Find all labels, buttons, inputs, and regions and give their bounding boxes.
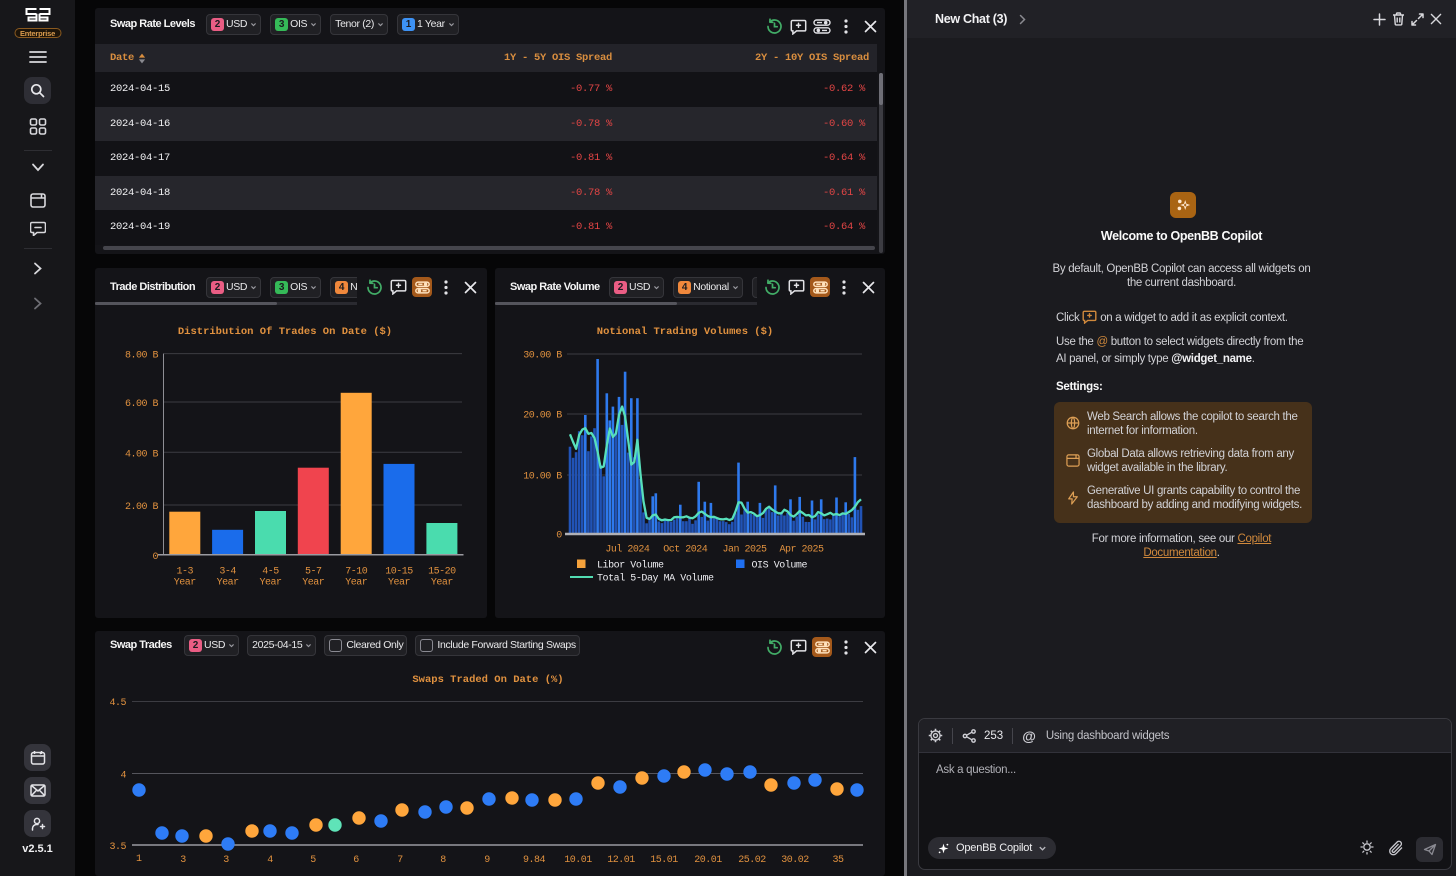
svg-text:Distribution Of Trades On Date: Distribution Of Trades On Date ($) <box>178 326 392 338</box>
svg-text:7-10: 7-10 <box>345 567 368 578</box>
svg-text:6: 6 <box>353 855 359 866</box>
svg-text:Jan 2025: Jan 2025 <box>722 545 767 556</box>
svg-text:15-20: 15-20 <box>428 567 456 578</box>
svg-text:5: 5 <box>310 855 316 866</box>
svg-text:3: 3 <box>180 855 186 866</box>
svg-text:6.00 B: 6.00 B <box>125 399 159 410</box>
svg-text:10.00 B: 10.00 B <box>523 472 562 483</box>
svg-text:35: 35 <box>832 855 844 866</box>
svg-text:8.00 B: 8.00 B <box>125 351 159 362</box>
svg-text:4-5: 4-5 <box>262 567 279 578</box>
svg-text:30.00 B: 30.00 B <box>523 351 562 362</box>
svg-text:Year: Year <box>174 577 197 588</box>
svg-text:9.84: 9.84 <box>523 855 546 866</box>
svg-text:7: 7 <box>397 855 403 866</box>
svg-text:OIS Volume: OIS Volume <box>752 560 808 572</box>
svg-text:4.5: 4.5 <box>109 698 126 709</box>
svg-text:0: 0 <box>152 552 158 563</box>
svg-text:3: 3 <box>223 855 229 866</box>
svg-text:Swaps Traded On Date (%): Swaps Traded On Date (%) <box>412 674 563 686</box>
svg-text:20.01: 20.01 <box>694 855 722 866</box>
svg-text:5-7: 5-7 <box>305 567 322 578</box>
svg-text:Total 5-Day MA Volume: Total 5-Day MA Volume <box>597 573 714 585</box>
svg-text:Year: Year <box>431 577 454 588</box>
svg-text:10-15: 10-15 <box>385 567 413 578</box>
svg-text:30.02: 30.02 <box>781 855 809 866</box>
svg-text:4.00 B: 4.00 B <box>125 449 159 460</box>
svg-text:12.01: 12.01 <box>607 855 635 866</box>
svg-text:3-4: 3-4 <box>219 567 236 578</box>
svg-text:Year: Year <box>217 577 240 588</box>
svg-text:25.02: 25.02 <box>738 855 766 866</box>
svg-text:Libor Volume: Libor Volume <box>597 560 664 572</box>
svg-text:Year: Year <box>345 577 368 588</box>
svg-text:8: 8 <box>440 855 446 866</box>
svg-text:9: 9 <box>484 855 490 866</box>
svg-text:1-3: 1-3 <box>177 567 194 578</box>
svg-text:Jul 2024: Jul 2024 <box>605 544 650 556</box>
svg-text:20.00 B: 20.00 B <box>523 411 562 422</box>
svg-text:Year: Year <box>259 577 282 588</box>
svg-text:0: 0 <box>556 531 562 542</box>
svg-text:4: 4 <box>120 771 126 782</box>
svg-text:10.01: 10.01 <box>564 855 592 866</box>
svg-text:1: 1 <box>136 854 142 865</box>
svg-text:Oct 2024: Oct 2024 <box>663 545 708 556</box>
svg-text:Year: Year <box>388 577 411 588</box>
svg-text:2.00 B: 2.00 B <box>125 502 159 513</box>
svg-text:Notional Trading Volumes ($): Notional Trading Volumes ($) <box>597 326 773 338</box>
svg-text:Apr 2025: Apr 2025 <box>779 545 824 556</box>
svg-text:3.5: 3.5 <box>109 842 126 853</box>
svg-text:Year: Year <box>302 577 325 588</box>
svg-text:15.01: 15.01 <box>650 855 678 866</box>
svg-text:4: 4 <box>267 855 273 866</box>
